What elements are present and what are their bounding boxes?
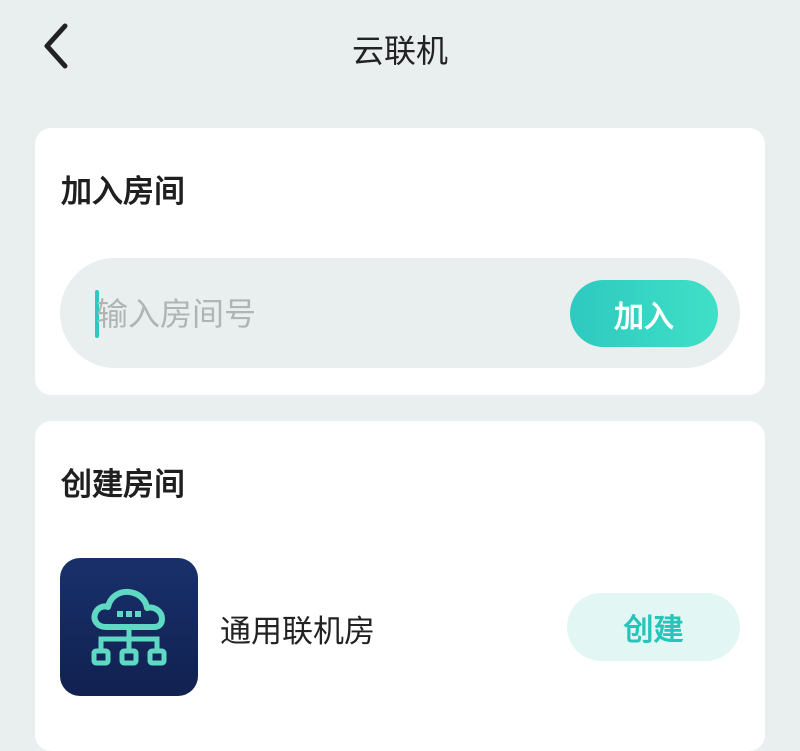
join-room-title: 加入房间 <box>61 174 185 210</box>
join-button[interactable]: 加入 <box>570 280 718 347</box>
room-number-field: 加入 <box>60 258 740 368</box>
create-button[interactable]: 创建 <box>567 593 740 661</box>
page-title: 云联机 <box>351 32 448 70</box>
list-item: 通用联机房 创建 <box>60 558 740 698</box>
header-bar: 云联机 <box>0 0 800 95</box>
room-number-input[interactable] <box>96 288 556 340</box>
cloud-network-icon <box>60 558 198 696</box>
join-room-card: 加入房间 加入 <box>35 128 765 395</box>
room-name: 通用联机房 <box>220 614 375 650</box>
create-room-card: 创建房间 通用联机房 创建 <box>35 421 765 751</box>
create-room-title: 创建房间 <box>61 467 185 503</box>
